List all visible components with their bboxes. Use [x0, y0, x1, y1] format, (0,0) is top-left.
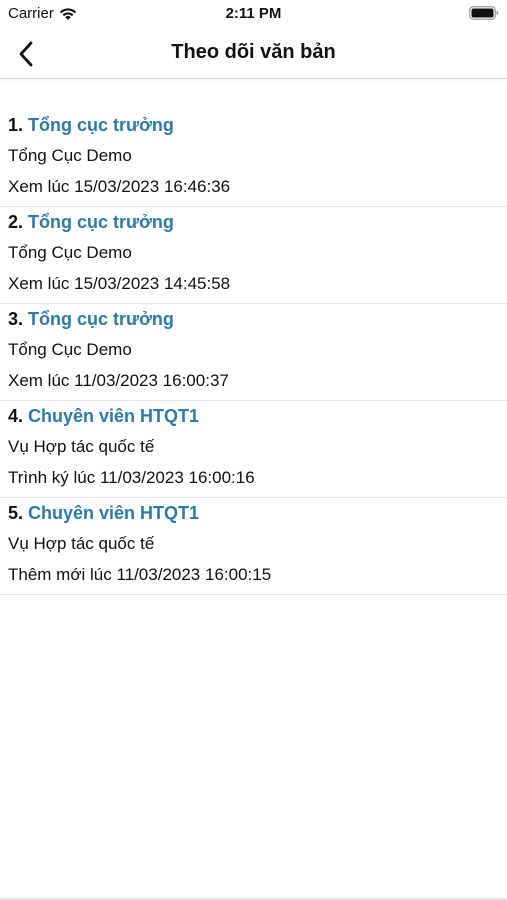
list-item[interactable]: 2. Tổng cục trưởng Tổng Cục Demo Xem lúc…: [0, 207, 507, 304]
navigation-bar: Theo dõi văn bản: [0, 30, 507, 79]
item-index: 2.: [8, 212, 24, 232]
item-header: 3. Tổng cục trưởng: [8, 309, 174, 330]
item-person-name: Chuyên viên HTQT1: [28, 406, 200, 426]
item-index: 3.: [8, 309, 24, 329]
item-timestamp: Trình ký lúc 11/03/2023 16:00:16: [8, 468, 255, 487]
item-person-name: Tổng cục trưởng: [28, 212, 174, 232]
list-item[interactable]: 3. Tổng cục trưởng Tổng Cục Demo Xem lúc…: [0, 304, 507, 401]
item-person-name: Tổng cục trưởng: [28, 309, 174, 329]
item-header: 2. Tổng cục trưởng: [8, 212, 174, 233]
item-timestamp: Xem lúc 15/03/2023 16:46:36: [8, 177, 231, 196]
item-organization: Vụ Hợp tác quốc tế: [8, 534, 155, 553]
item-timestamp: Thêm mới lúc 11/03/2023 16:00:15: [8, 565, 272, 584]
list-item[interactable]: 5. Chuyên viên HTQT1 Vụ Hợp tác quốc tế …: [0, 498, 507, 595]
list-item[interactable]: 4. Chuyên viên HTQT1 Vụ Hợp tác quốc tế …: [0, 401, 507, 498]
battery-icon: [469, 6, 499, 20]
item-organization: Tổng Cục Demo: [8, 340, 132, 359]
item-index: 1.: [8, 115, 24, 135]
clock: 2:11 PM: [225, 5, 282, 22]
item-index: 4.: [8, 406, 24, 426]
item-organization: Tổng Cục Demo: [8, 243, 132, 262]
page-title: Theo dõi văn bản: [171, 41, 336, 63]
status-bar: Carrier 2:11 PM: [0, 0, 507, 30]
item-person-name: Tổng cục trưởng: [28, 115, 174, 135]
item-timestamp: Xem lúc 15/03/2023 14:45:58: [8, 274, 231, 293]
tracking-list: 1. Tổng cục trưởng Tổng Cục Demo Xem lúc…: [0, 110, 507, 595]
item-header: 4. Chuyên viên HTQT1: [8, 406, 199, 427]
item-header: 5. Chuyên viên HTQT1: [8, 503, 199, 524]
list-item[interactable]: 1. Tổng cục trưởng Tổng Cục Demo Xem lúc…: [0, 110, 507, 207]
item-organization: Tổng Cục Demo: [8, 146, 132, 165]
item-timestamp: Xem lúc 11/03/2023 16:00:37: [8, 371, 229, 390]
item-header: 1. Tổng cục trưởng: [8, 115, 174, 136]
item-organization: Vụ Hợp tác quốc tế: [8, 437, 155, 456]
item-index: 5.: [8, 503, 24, 523]
item-person-name: Chuyên viên HTQT1: [28, 503, 200, 523]
screen: Carrier 2:11 PM Theo dõi văn bản 1. Tổng: [0, 0, 507, 900]
